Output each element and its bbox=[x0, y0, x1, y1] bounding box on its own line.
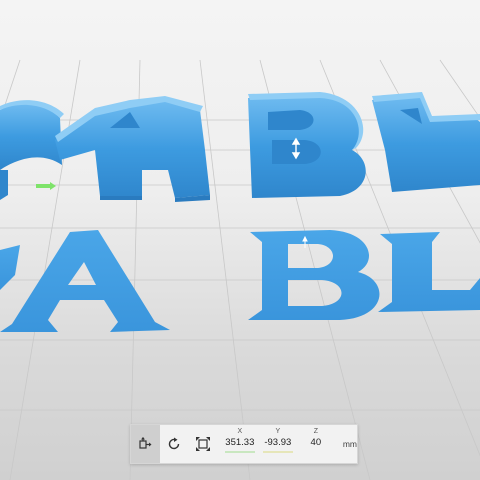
z-value-field[interactable]: 40 bbox=[299, 436, 333, 450]
unit-label: mm bbox=[342, 439, 357, 449]
z-label: Z bbox=[313, 428, 318, 435]
cutter-b[interactable] bbox=[248, 92, 366, 198]
rotate-icon bbox=[168, 437, 180, 450]
coordinate-fields: X 351.33 Y -93.93 Z 40 mm bbox=[223, 425, 357, 463]
flat-letter-a[interactable] bbox=[0, 230, 170, 332]
flat-letter-b[interactable] bbox=[248, 230, 380, 320]
3d-viewport[interactable] bbox=[0, 0, 480, 480]
cutter-a-center[interactable] bbox=[55, 96, 210, 202]
y-value-field[interactable]: -93.93 bbox=[261, 436, 295, 450]
rotate-tool-button[interactable] bbox=[160, 425, 189, 463]
x-coordinate: X 351.33 bbox=[223, 425, 257, 453]
transform-toolbar: X 351.33 Y -93.93 Z 40 mm bbox=[130, 424, 358, 464]
x-field-underline bbox=[224, 451, 255, 453]
move-tool-button[interactable] bbox=[131, 425, 160, 463]
z-field-underline bbox=[301, 451, 331, 453]
cutter-l-right[interactable] bbox=[372, 92, 480, 192]
scene-canvas[interactable] bbox=[0, 0, 480, 480]
y-coordinate: Y -93.93 bbox=[261, 425, 295, 453]
scale-tool-button[interactable] bbox=[188, 425, 217, 463]
y-field-underline bbox=[262, 451, 293, 453]
flat-letter-a-left[interactable] bbox=[0, 245, 20, 290]
x-label: X bbox=[237, 428, 243, 435]
y-label: Y bbox=[275, 428, 281, 435]
flat-letter-l[interactable] bbox=[378, 232, 480, 312]
scale-icon bbox=[195, 437, 210, 451]
x-value-field[interactable]: 351.33 bbox=[223, 436, 257, 450]
z-coordinate: Z 40 bbox=[299, 425, 333, 453]
move-icon bbox=[139, 437, 152, 449]
axis-gizmo-icon bbox=[36, 182, 56, 190]
